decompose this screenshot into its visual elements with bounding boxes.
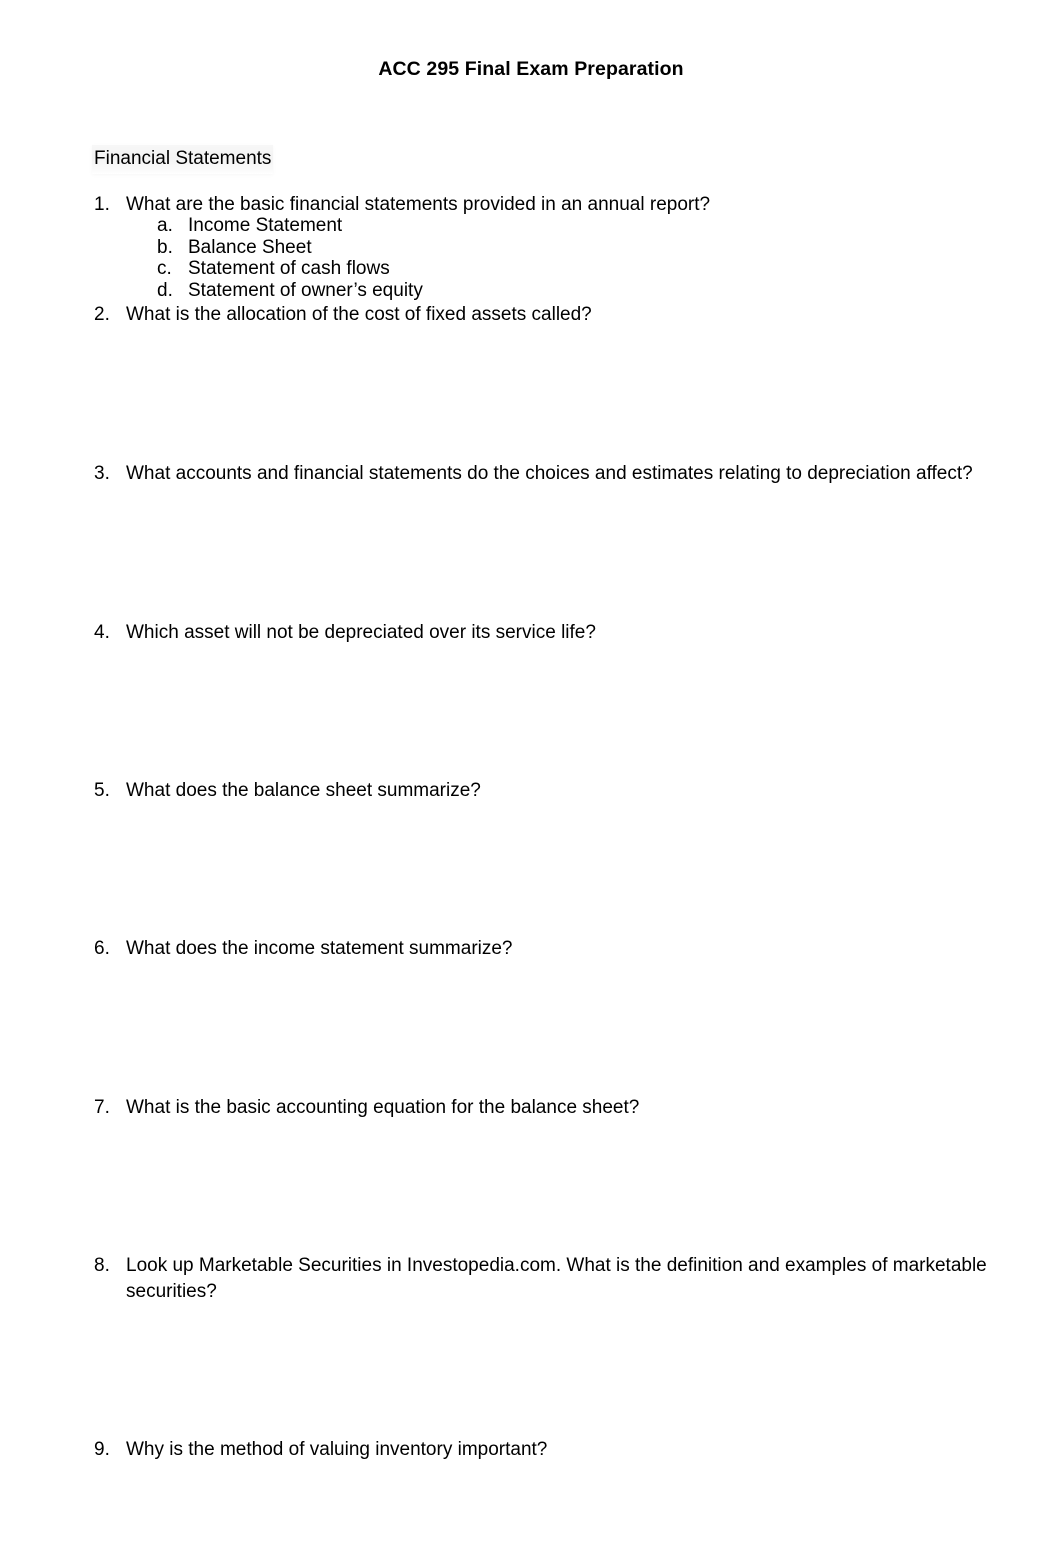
question-item: 5. What does the balance sheet summarize… [94, 778, 994, 804]
question-item: 3. What accounts and financial statement… [94, 461, 1000, 487]
question-text: Why is the method of valuing inventory i… [126, 1439, 548, 1460]
question-text: What are the basic financial statements … [126, 194, 711, 215]
question-item: 1. What are the basic financial statemen… [94, 192, 994, 218]
question-item: 4. Which asset will not be depreciated o… [94, 620, 994, 646]
subitem-letter: c. [157, 258, 172, 279]
question-item: 6. What does the income statement summar… [94, 936, 994, 962]
question-text: What is the basic accounting equation fo… [126, 1097, 640, 1118]
question-subitem: d. Statement of owner’s equity [157, 280, 657, 302]
subitem-letter: a. [157, 215, 173, 236]
question-number: 2. [94, 304, 110, 325]
question-number: 9. [94, 1439, 110, 1460]
question-number: 4. [94, 622, 110, 643]
subitem-letter: b. [157, 237, 173, 258]
question-item: 7. What is the basic accounting equation… [94, 1095, 994, 1121]
question-text: What does the balance sheet summarize? [126, 780, 481, 801]
question-subitem: c. Statement of cash flows [157, 258, 657, 280]
question-text: Look up Marketable Securities in Investo… [126, 1255, 987, 1302]
subitem-text: Income Statement [188, 215, 343, 236]
question-number: 5. [94, 780, 110, 801]
question-list: 1. What are the basic financial statemen… [0, 0, 1062, 1556]
subitem-text: Statement of cash flows [188, 258, 390, 279]
question-item: 9. Why is the method of valuing inventor… [94, 1437, 994, 1463]
question-number: 8. [94, 1255, 110, 1276]
question-subitem: a. Income Statement [157, 215, 657, 237]
question-number: 3. [94, 463, 110, 484]
subitem-text: Statement of owner’s equity [188, 280, 423, 301]
question-number: 6. [94, 938, 110, 959]
document-page: ACC 295 Final Exam Preparation Financial… [0, 0, 1062, 1556]
subitem-text: Balance Sheet [188, 237, 312, 258]
question-number: 7. [94, 1097, 110, 1118]
question-item: 8. Look up Marketable Securities in Inve… [94, 1253, 1004, 1304]
question-number: 1. [94, 194, 110, 215]
question-text: Which asset will not be depreciated over… [126, 622, 596, 643]
question-text: What is the allocation of the cost of fi… [126, 304, 592, 325]
question-item: 2. What is the allocation of the cost of… [94, 302, 994, 328]
subitem-letter: d. [157, 280, 173, 301]
question-subitem: b. Balance Sheet [157, 237, 657, 259]
question-text: What accounts and financial statements d… [126, 463, 973, 484]
question-text: What does the income statement summarize… [126, 938, 513, 959]
